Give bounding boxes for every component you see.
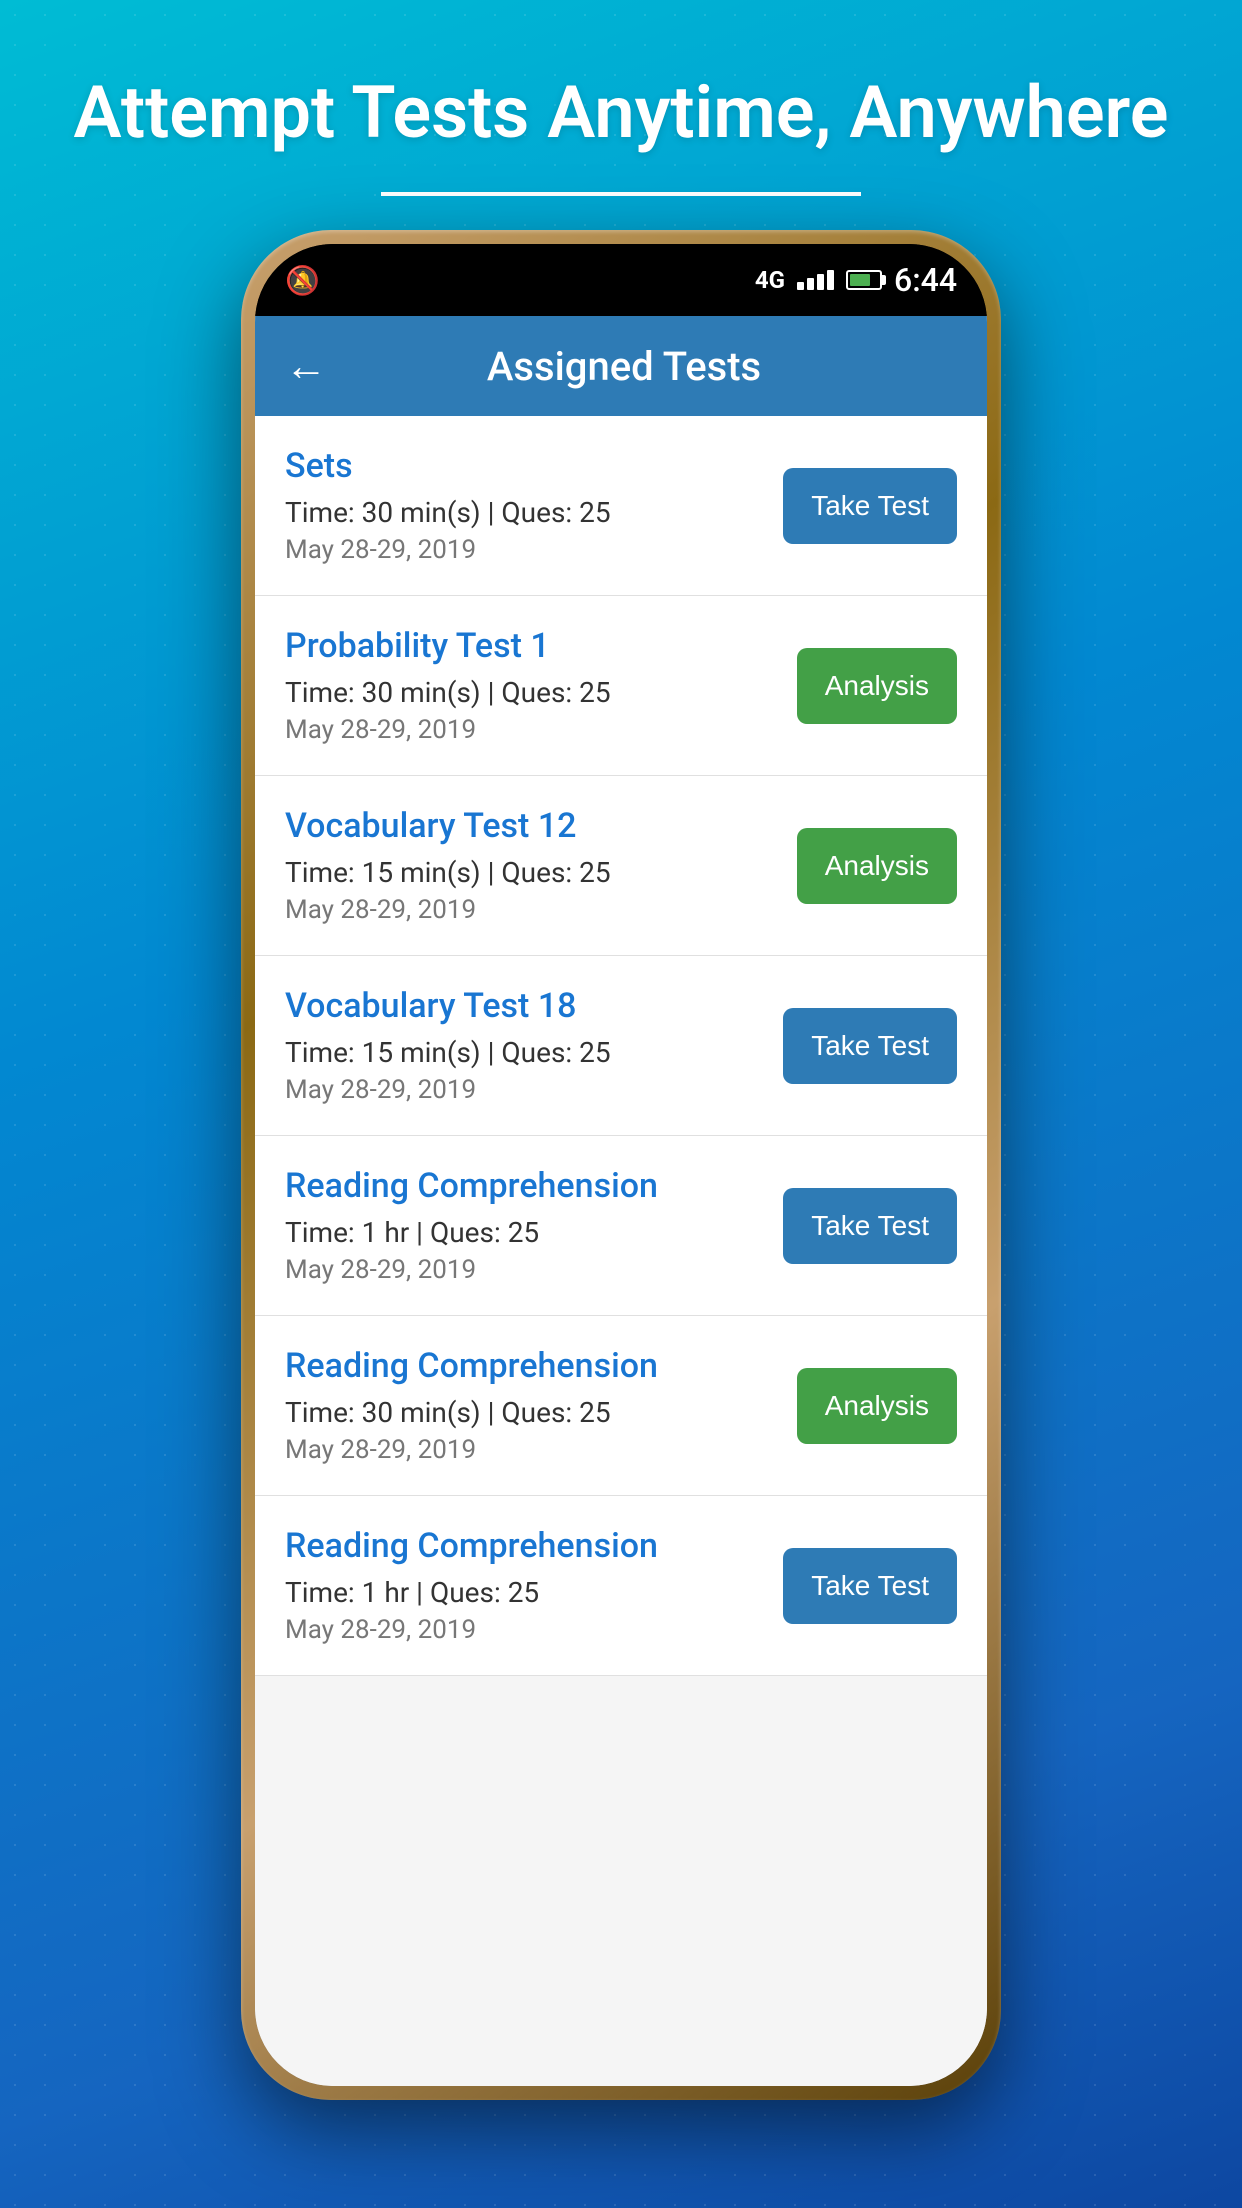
- signal-bars: [797, 270, 834, 290]
- test-item: Vocabulary Test 18 Time: 15 min(s) | Que…: [255, 956, 987, 1136]
- test-date: May 28-29, 2019: [285, 715, 777, 745]
- test-details: Time: 15 min(s) | Ques: 25: [285, 1036, 763, 1069]
- test-info: Probability Test 1 Time: 30 min(s) | Que…: [285, 626, 797, 745]
- analysis-button[interactable]: Analysis: [797, 1368, 957, 1444]
- test-item: Vocabulary Test 12 Time: 15 min(s) | Que…: [255, 776, 987, 956]
- test-name: Vocabulary Test 18: [285, 986, 763, 1026]
- app-content: ← Assigned Tests Sets Time: 30 min(s) | …: [255, 316, 987, 2086]
- test-item: Reading Comprehension Time: 1 hr | Ques:…: [255, 1496, 987, 1676]
- test-item: Reading Comprehension Time: 1 hr | Ques:…: [255, 1136, 987, 1316]
- test-details: Time: 15 min(s) | Ques: 25: [285, 856, 777, 889]
- status-time: 6:44: [894, 261, 957, 299]
- volume-icon: 🔕: [285, 264, 320, 297]
- test-info: Reading Comprehension Time: 30 min(s) | …: [285, 1346, 797, 1465]
- back-button[interactable]: ←: [285, 342, 327, 391]
- test-name: Sets: [285, 446, 763, 486]
- page-headline: Attempt Tests Anytime, Anywhere: [13, 70, 1228, 156]
- headline-divider: [381, 192, 861, 196]
- signal-bar-1: [797, 282, 804, 290]
- test-date: May 28-29, 2019: [285, 1075, 763, 1105]
- network-indicator: 4G: [755, 266, 785, 294]
- signal-bar-4: [827, 270, 834, 290]
- take-test-button[interactable]: Take Test: [783, 1008, 957, 1084]
- test-date: May 28-29, 2019: [285, 1615, 763, 1645]
- test-details: Time: 30 min(s) | Ques: 25: [285, 676, 777, 709]
- analysis-button[interactable]: Analysis: [797, 648, 957, 724]
- status-bar: 🔕 4G 6:44: [255, 244, 987, 316]
- notch: [511, 244, 731, 294]
- status-right: 4G 6:44: [755, 261, 957, 299]
- test-info: Reading Comprehension Time: 1 hr | Ques:…: [285, 1166, 783, 1285]
- test-info: Vocabulary Test 18 Time: 15 min(s) | Que…: [285, 986, 783, 1105]
- take-test-button[interactable]: Take Test: [783, 468, 957, 544]
- test-details: Time: 30 min(s) | Ques: 25: [285, 496, 763, 529]
- take-test-button[interactable]: Take Test: [783, 1188, 957, 1264]
- test-name: Reading Comprehension: [285, 1346, 777, 1386]
- take-test-button[interactable]: Take Test: [783, 1548, 957, 1624]
- test-name: Reading Comprehension: [285, 1526, 763, 1566]
- phone-screen: 🔕 4G 6:44: [255, 244, 987, 2086]
- battery-fill: [850, 274, 870, 286]
- test-info: Sets Time: 30 min(s) | Ques: 25 May 28-2…: [285, 446, 783, 565]
- battery-icon: [846, 270, 882, 290]
- test-date: May 28-29, 2019: [285, 535, 763, 565]
- test-name: Probability Test 1: [285, 626, 777, 666]
- test-info: Vocabulary Test 12 Time: 15 min(s) | Que…: [285, 806, 797, 925]
- signal-bar-3: [817, 274, 824, 290]
- test-details: Time: 1 hr | Ques: 25: [285, 1576, 763, 1609]
- test-info: Reading Comprehension Time: 1 hr | Ques:…: [285, 1526, 783, 1645]
- test-date: May 28-29, 2019: [285, 895, 777, 925]
- test-item: Sets Time: 30 min(s) | Ques: 25 May 28-2…: [255, 416, 987, 596]
- status-left: 🔕: [285, 264, 320, 297]
- app-title: Assigned Tests: [351, 343, 897, 390]
- test-name: Reading Comprehension: [285, 1166, 763, 1206]
- test-date: May 28-29, 2019: [285, 1435, 777, 1465]
- test-item: Probability Test 1 Time: 30 min(s) | Que…: [255, 596, 987, 776]
- test-name: Vocabulary Test 12: [285, 806, 777, 846]
- analysis-button[interactable]: Analysis: [797, 828, 957, 904]
- test-list: Sets Time: 30 min(s) | Ques: 25 May 28-2…: [255, 416, 987, 2086]
- test-details: Time: 1 hr | Ques: 25: [285, 1216, 763, 1249]
- signal-bar-2: [807, 278, 814, 290]
- app-header: ← Assigned Tests: [255, 316, 987, 416]
- test-item: Reading Comprehension Time: 30 min(s) | …: [255, 1316, 987, 1496]
- test-details: Time: 30 min(s) | Ques: 25: [285, 1396, 777, 1429]
- phone-frame: 🔕 4G 6:44: [241, 230, 1001, 2100]
- test-date: May 28-29, 2019: [285, 1255, 763, 1285]
